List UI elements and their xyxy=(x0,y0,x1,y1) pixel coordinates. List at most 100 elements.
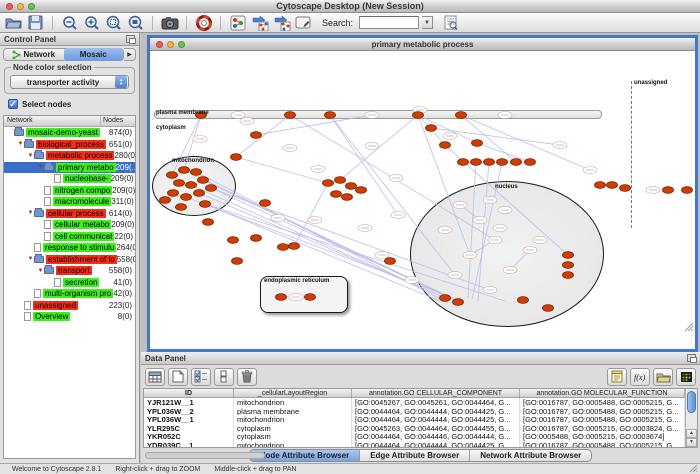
network-node[interactable] xyxy=(228,237,239,244)
network-overview-icon[interactable] xyxy=(228,14,247,31)
network-node[interactable] xyxy=(206,185,217,192)
select-attributes-icon[interactable] xyxy=(191,368,211,386)
tree-row-label[interactable]: biological_process xyxy=(36,140,106,149)
network-node[interactable] xyxy=(511,159,522,166)
tree-row[interactable]: mosaic-demo-yeast874(0) xyxy=(4,127,135,139)
search-advanced-icon[interactable] xyxy=(441,14,460,31)
network-node[interactable] xyxy=(194,190,205,197)
tree-row-label[interactable]: response to stimulu xyxy=(43,243,116,252)
tree-row[interactable]: ▼metabolic process280(0) xyxy=(4,150,135,162)
network-node[interactable] xyxy=(305,294,316,301)
zoom-in-icon[interactable] xyxy=(82,14,101,31)
tab-edge-attribute-browser[interactable]: Edge Attribute Browser xyxy=(360,450,470,461)
expand-triangle-icon[interactable]: ▼ xyxy=(37,268,44,274)
table-cell[interactable]: cytoplasm xyxy=(234,432,352,441)
table-cell[interactable]: [GO:0044464, GO:0044444, GO:0044425, G..… xyxy=(352,415,520,424)
table-cell[interactable]: [GO:0016787, GO:0005488, GO:0005215, G..… xyxy=(520,415,685,424)
network-node[interactable] xyxy=(160,197,171,204)
network-node[interactable] xyxy=(497,159,508,166)
network-node[interactable] xyxy=(356,187,367,194)
tree-row[interactable]: multi-organism pro42(0) xyxy=(4,288,135,300)
network-node[interactable] xyxy=(518,297,529,304)
network-node[interactable] xyxy=(200,201,211,208)
table-cell[interactable]: mitochondrion xyxy=(234,441,352,447)
column-header[interactable]: ID xyxy=(144,389,234,397)
tree-row[interactable]: ▼cellular process614(0) xyxy=(4,208,135,220)
tree-row[interactable]: Overview8(0) xyxy=(4,311,135,323)
network-edge[interactable] xyxy=(478,162,489,301)
tree-row[interactable]: ▼establishment of lo558(0) xyxy=(4,254,135,266)
table-cell[interactable]: [GO:0005488, GO:0005215, GO:0003674] xyxy=(520,432,685,441)
network-edge[interactable] xyxy=(203,180,458,302)
network-node[interactable] xyxy=(471,159,482,166)
network-node[interactable] xyxy=(563,252,574,259)
delete-attribute-trash-icon[interactable] xyxy=(237,368,257,386)
table-row[interactable]: YLR295Ccytoplasm[GO:0045263, GO:0044464,… xyxy=(144,424,685,433)
zoom-fit-icon[interactable] xyxy=(126,14,145,31)
tree-row-label[interactable]: nitrogen compo xyxy=(53,186,112,195)
table-cell[interactable]: cytoplasm xyxy=(234,424,352,433)
network-node[interactable] xyxy=(167,172,178,179)
network-edge[interactable] xyxy=(205,204,440,301)
table-cell[interactable]: mitochondrion xyxy=(234,398,352,407)
tab-network-attribute-browser[interactable]: Network Attribute Browser xyxy=(470,450,591,461)
app-resize-grip[interactable] xyxy=(688,463,699,473)
network-node[interactable] xyxy=(453,299,464,306)
column-header[interactable]: annotation.GO CELLULAR_COMPONENT xyxy=(352,389,520,397)
search-input[interactable] xyxy=(359,16,419,29)
network-node[interactable] xyxy=(186,182,197,189)
tree-row-label[interactable]: unassigned xyxy=(33,301,78,310)
network-node[interactable] xyxy=(176,204,187,211)
network-graph[interactable] xyxy=(150,51,695,333)
tab-network[interactable]: Network xyxy=(4,48,64,61)
network-node[interactable] xyxy=(472,140,483,147)
network-node[interactable] xyxy=(458,159,469,166)
network-node[interactable] xyxy=(385,258,396,265)
network-node[interactable] xyxy=(440,142,451,149)
new-attribute-icon[interactable] xyxy=(168,368,188,386)
network-node[interactable] xyxy=(191,169,202,176)
network-node[interactable] xyxy=(181,194,192,201)
table-row[interactable]: YJR121W__1mitochondrion[GO:0045267, GO:0… xyxy=(144,398,685,407)
table-cell[interactable]: [GO:0044464, GO:0044444, GO:0044425, G..… xyxy=(352,407,520,416)
network-node[interactable] xyxy=(440,295,451,302)
table-row[interactable]: YPL036W__1mitochondrion[GO:0044464, GO:0… xyxy=(144,415,685,424)
help-lifebuoy-icon[interactable] xyxy=(194,14,213,31)
scroll-up-button[interactable]: ▲ xyxy=(686,429,697,438)
network-node[interactable] xyxy=(231,154,242,161)
network-node[interactable] xyxy=(251,235,262,242)
tree-row-label[interactable]: primary metabo xyxy=(56,163,116,172)
network-node[interactable] xyxy=(198,177,209,184)
network-node[interactable] xyxy=(260,200,271,207)
table-cell[interactable]: [GO:0044464, GO:0044444, GO:0044425, G..… xyxy=(352,441,520,447)
zoom-selected-region-icon[interactable] xyxy=(104,14,123,31)
select-nodes-checkbox[interactable]: ✓ xyxy=(8,99,18,109)
expand-triangle-icon[interactable]: ▼ xyxy=(27,256,34,262)
attribute-editor-icon[interactable] xyxy=(607,368,627,386)
tree-row[interactable]: cell communicat22(0) xyxy=(4,231,135,243)
tree-column-network[interactable]: Network xyxy=(4,116,101,126)
network-node[interactable] xyxy=(543,305,554,312)
tree-row-label[interactable]: nucleobase- xyxy=(63,174,111,183)
column-header[interactable]: annotation.GO MOLECULAR_FUNCTION xyxy=(520,389,685,397)
scroll-down-button[interactable]: ▼ xyxy=(686,438,697,447)
apply-layout-alt-icon[interactable] xyxy=(272,14,291,31)
network-node[interactable] xyxy=(413,112,424,119)
network-node[interactable] xyxy=(174,180,185,187)
tab-overflow-arrow[interactable]: ▶ xyxy=(124,48,136,61)
network-node[interactable] xyxy=(278,244,289,251)
table-cell[interactable]: mitochondrion xyxy=(234,415,352,424)
table-row[interactable]: YPL036W__2plasma membrane[GO:0044464, GO… xyxy=(144,407,685,416)
tree-row[interactable]: cellular metabo209(0) xyxy=(4,219,135,231)
network-node[interactable] xyxy=(276,294,287,301)
window-resize-grip[interactable] xyxy=(683,321,694,332)
tab-mosaic[interactable]: Mosaic xyxy=(64,48,124,61)
expand-triangle-icon[interactable]: ▼ xyxy=(37,164,44,170)
network-node[interactable] xyxy=(563,262,574,269)
open-file-icon[interactable] xyxy=(4,14,23,31)
network-edge[interactable] xyxy=(330,115,398,215)
zoom-out-icon[interactable] xyxy=(60,14,79,31)
table-vertical-scrollbar[interactable]: ▲ ▼ xyxy=(685,389,697,447)
network-node[interactable] xyxy=(595,182,606,189)
table-cell[interactable]: YDR039C__1 xyxy=(144,441,234,447)
